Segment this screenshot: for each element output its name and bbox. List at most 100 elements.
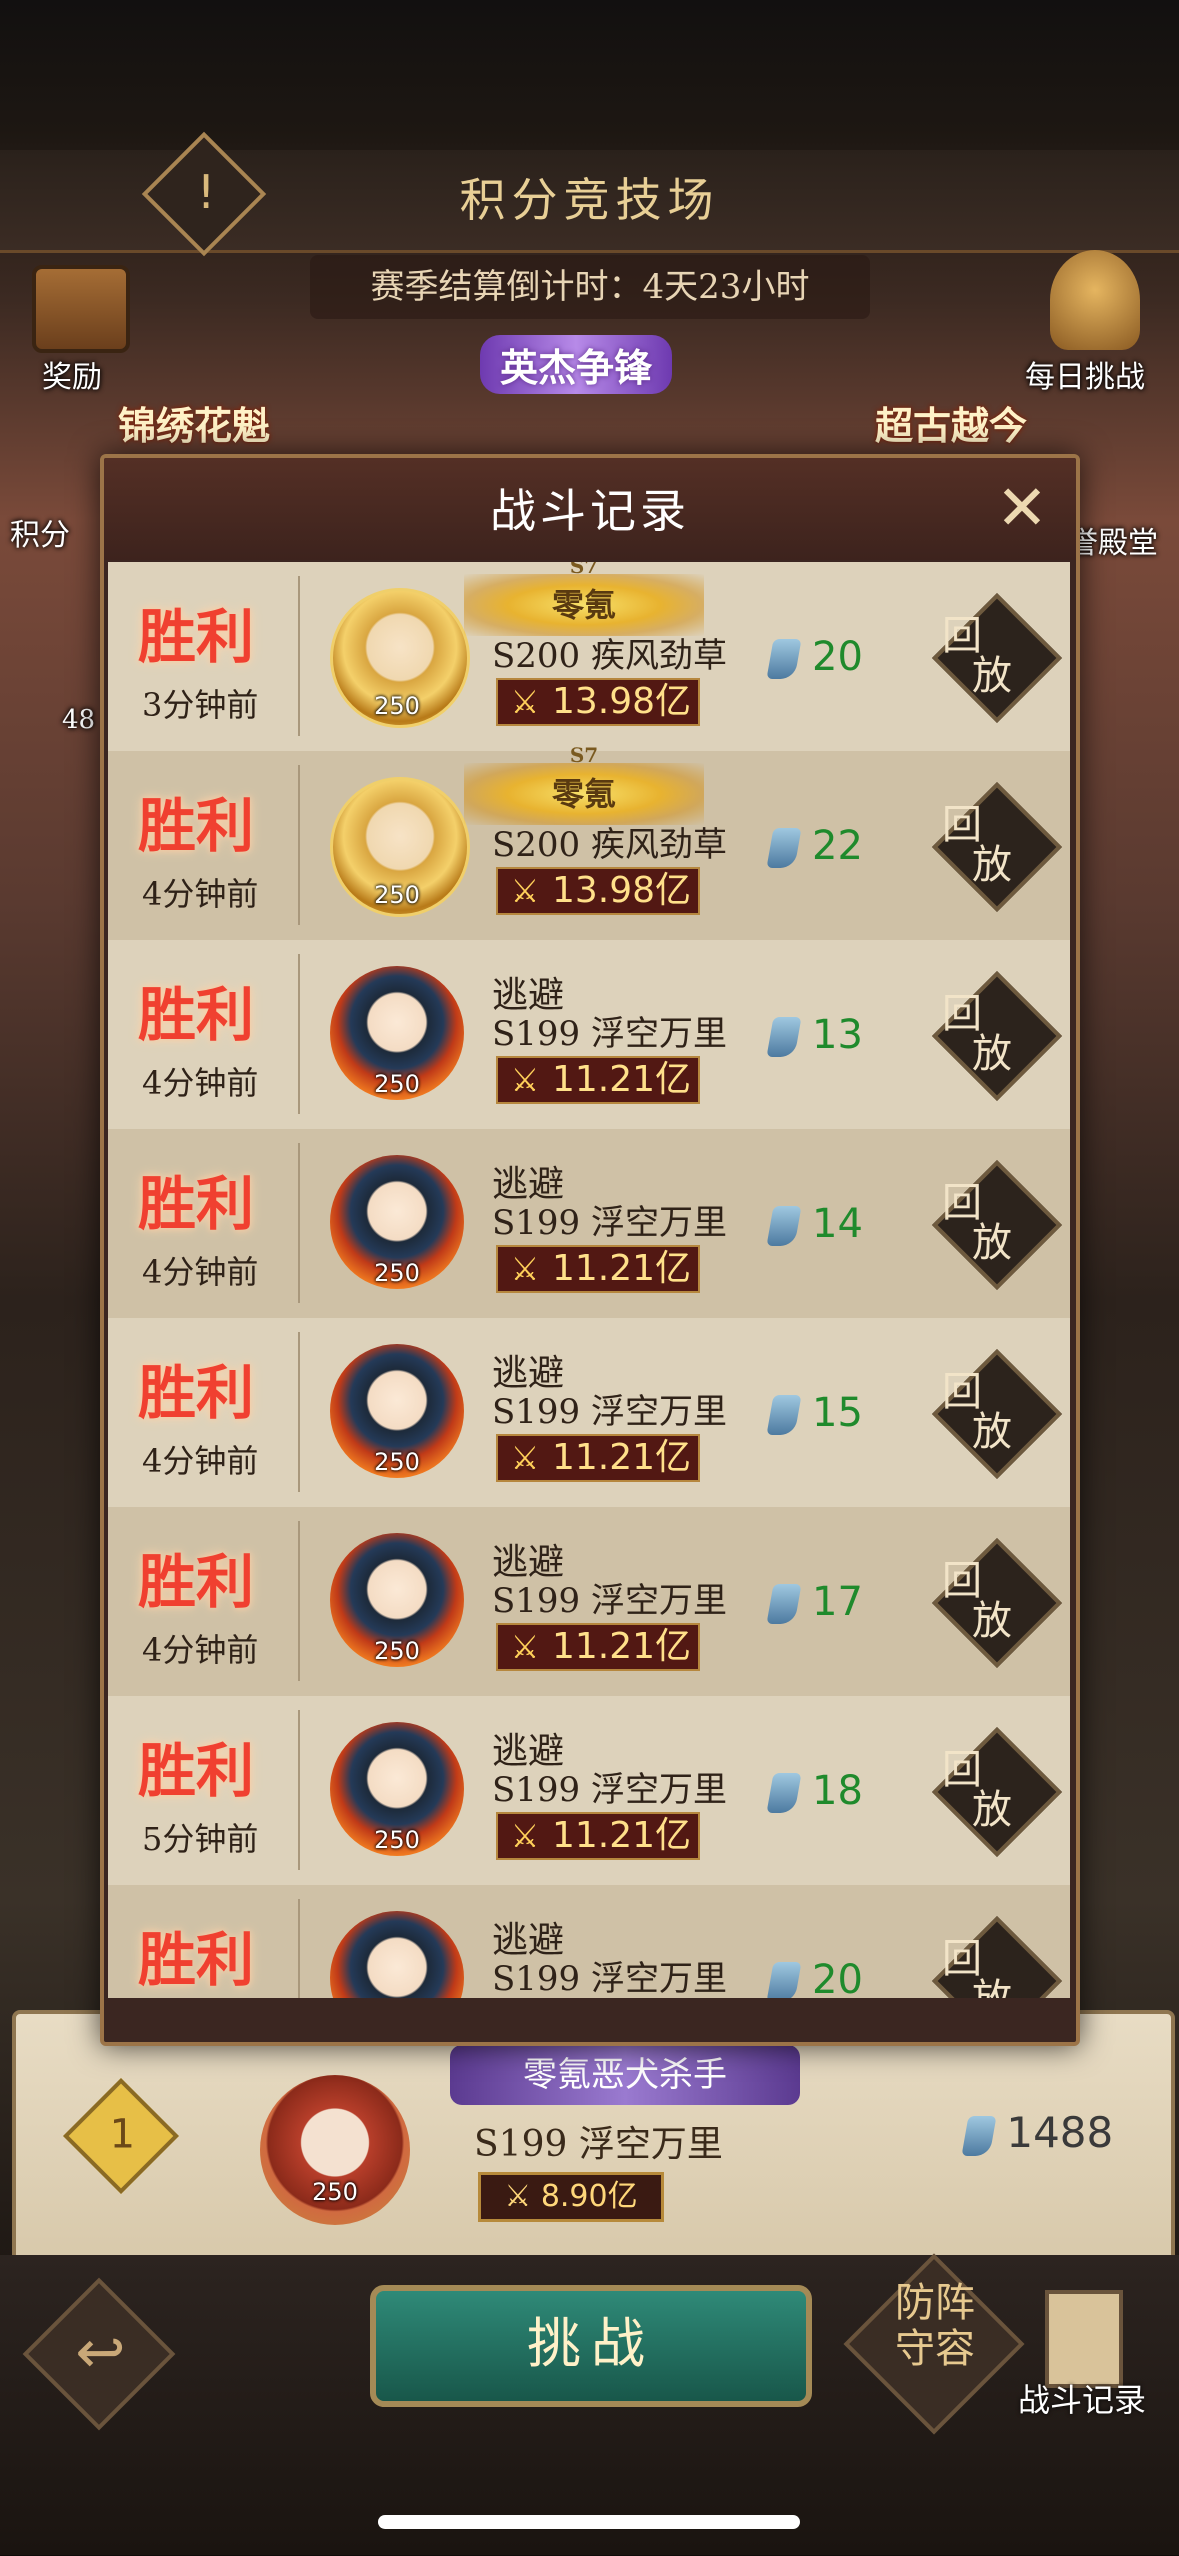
replay-char-1: 回 [942, 991, 982, 1037]
reward-chest-icon[interactable] [32, 265, 130, 353]
opponent-level: 250 [374, 692, 420, 720]
replay-char-1: 回 [942, 1747, 982, 1793]
record-row: 胜利逃避S199 浮空万里20回放 [108, 1885, 1070, 1998]
home-indicator[interactable] [378, 2515, 800, 2529]
score-change: 20 [766, 634, 863, 680]
record-row: 胜利 4分钟前 250 逃避 S199 浮空万里 ⚔ 11.21亿 17 回放 [108, 1507, 1070, 1696]
replay-char-2: 放 [972, 1787, 1012, 1833]
crossed-swords-icon: ⚔ [510, 872, 540, 910]
replay-char-2: 放 [972, 1220, 1012, 1266]
score-change: 18 [766, 1768, 863, 1814]
time-ago: 4分钟前 [142, 1253, 259, 1291]
score-token-icon [766, 1773, 802, 1813]
record-row: 胜利 4分钟前 250 逃避 S199 浮空万里 ⚔ 11.21亿 15 回放 [108, 1318, 1070, 1507]
opponent-server: S199 浮空万里 [492, 1581, 727, 1621]
opponent-power: ⚔ 11.21亿 [496, 1245, 700, 1293]
left-banner: 锦绣花魁 [118, 403, 271, 448]
result-label: 胜利 [138, 1548, 255, 1616]
row-divider [298, 1899, 300, 1998]
opponent-level: 250 [374, 1259, 420, 1287]
time-ago: 3分钟前 [142, 686, 259, 724]
battle-record-label[interactable]: 战斗记录 [1018, 2375, 1146, 2421]
opponent-server: S199 浮空万里 [492, 1959, 727, 1998]
replay-label[interactable]: 回放 [942, 1561, 1052, 1641]
score-change: 17 [766, 1579, 863, 1625]
hall-of-fame-label[interactable]: 誉殿堂 [1068, 518, 1158, 562]
score-change: 13 [766, 1012, 863, 1058]
result-label: 胜利 [138, 1926, 255, 1994]
score-token-icon [766, 1584, 802, 1624]
record-row: 胜利 3分钟前 250 S200 疾风劲草 S7 零氪 ⚔ 13.98亿 20 回放 [108, 562, 1070, 751]
opponent-level: 250 [374, 1637, 420, 1665]
battle-record-scroll-icon[interactable] [1045, 2290, 1123, 2388]
replay-label[interactable]: 回放 [942, 1183, 1052, 1263]
opponent-power: ⚔ 11.21亿 [496, 1623, 700, 1671]
replay-char-2: 放 [972, 842, 1012, 888]
record-row: 胜利 4分钟前 250 逃避 S199 浮空万里 ⚔ 11.21亿 14 回放 [108, 1129, 1070, 1318]
replay-char-1: 回 [942, 1180, 982, 1226]
replay-label[interactable]: 回放 [942, 1939, 1052, 1998]
replay-char-2: 放 [972, 1598, 1012, 1644]
score-token-icon [766, 1017, 802, 1057]
score-change: 20 [766, 1957, 863, 1998]
record-row: 胜利 4分钟前 250 S200 疾风劲草 S7 零氪 ⚔ 13.98亿 22 回放 [108, 745, 1070, 940]
row-divider [298, 765, 300, 925]
opponent-power: ⚔ 13.98亿 [496, 867, 700, 915]
time-ago: 5分钟前 [142, 1820, 259, 1858]
reward-label[interactable]: 奖励 [42, 352, 102, 396]
score-token-icon [766, 639, 802, 679]
opponent-server: S199 浮空万里 [492, 1014, 727, 1054]
close-icon[interactable]: ✕ [994, 477, 1050, 539]
record-list[interactable]: 胜利 3分钟前 250 S200 疾风劲草 S7 零氪 ⚔ 13.98亿 20 回放胜利 4分钟前 2… [108, 562, 1070, 1998]
replay-label[interactable]: 回放 [942, 805, 1052, 885]
replay-label[interactable]: 回放 [942, 1750, 1052, 1830]
opponent-power: ⚔ 11.21亿 [496, 1056, 700, 1104]
score-token-icon [766, 1962, 802, 1998]
score-token-icon [766, 1395, 802, 1435]
my-power: ⚔ 8.90亿 [478, 2172, 664, 2222]
row-divider [298, 576, 300, 736]
points-side-label[interactable]: 积分 [10, 510, 70, 554]
time-ago: 4分钟前 [142, 1442, 259, 1480]
opponent-level: 250 [374, 1826, 420, 1854]
result-label: 胜利 [138, 1737, 255, 1805]
result-label: 胜利 [138, 603, 255, 671]
result-label: 胜利 [138, 981, 255, 1049]
time-ago: 4分钟前 [142, 1064, 259, 1102]
score-change: 14 [766, 1201, 863, 1247]
my-score: 1488 [961, 2108, 1113, 2157]
likes-count: 48 [62, 705, 96, 735]
challenge-button[interactable]: 挑战 [370, 2285, 812, 2407]
replay-label[interactable]: 回放 [942, 1372, 1052, 1452]
score-change: 22 [766, 823, 863, 869]
row-divider [298, 1332, 300, 1492]
crossed-swords-icon: ⚔ [510, 1439, 540, 1477]
daily-challenge-icon[interactable] [1050, 250, 1140, 350]
opponent-level: 250 [374, 1070, 420, 1098]
row-divider [298, 1521, 300, 1681]
score-token-icon [961, 2115, 997, 2156]
daily-challenge-label[interactable]: 每日挑战 [1025, 352, 1145, 396]
record-row: 胜利 4分钟前 250 逃避 S199 浮空万里 ⚔ 11.21亿 13 回放 [108, 940, 1070, 1129]
crossed-swords-icon: ⚔ [504, 2179, 541, 2214]
replay-label[interactable]: 回放 [942, 994, 1052, 1074]
replay-char-1: 回 [942, 613, 982, 659]
opponent-server: S199 浮空万里 [492, 1203, 727, 1243]
defense-lineup-label[interactable]: 防阵 守容 [875, 2280, 995, 2372]
replay-char-1: 回 [942, 802, 982, 848]
opponent-avatar[interactable] [330, 1911, 464, 1998]
crossed-swords-icon: ⚔ [510, 683, 540, 721]
opponent-power: ⚔ 13.98亿 [496, 678, 700, 726]
opponent-title-badge: S7 零氪 [464, 562, 704, 636]
replay-label[interactable]: 回放 [942, 616, 1052, 696]
replay-char-2: 放 [972, 1031, 1012, 1077]
row-divider [298, 954, 300, 1114]
score-token-icon [766, 1206, 802, 1246]
replay-char-2: 放 [972, 1409, 1012, 1455]
right-banner: 超古越今 [875, 403, 1028, 448]
crossed-swords-icon: ⚔ [510, 1061, 540, 1099]
time-ago: 4分钟前 [142, 875, 259, 913]
replay-char-1: 回 [942, 1369, 982, 1415]
row-divider [298, 1143, 300, 1303]
result-label: 胜利 [138, 1170, 255, 1238]
